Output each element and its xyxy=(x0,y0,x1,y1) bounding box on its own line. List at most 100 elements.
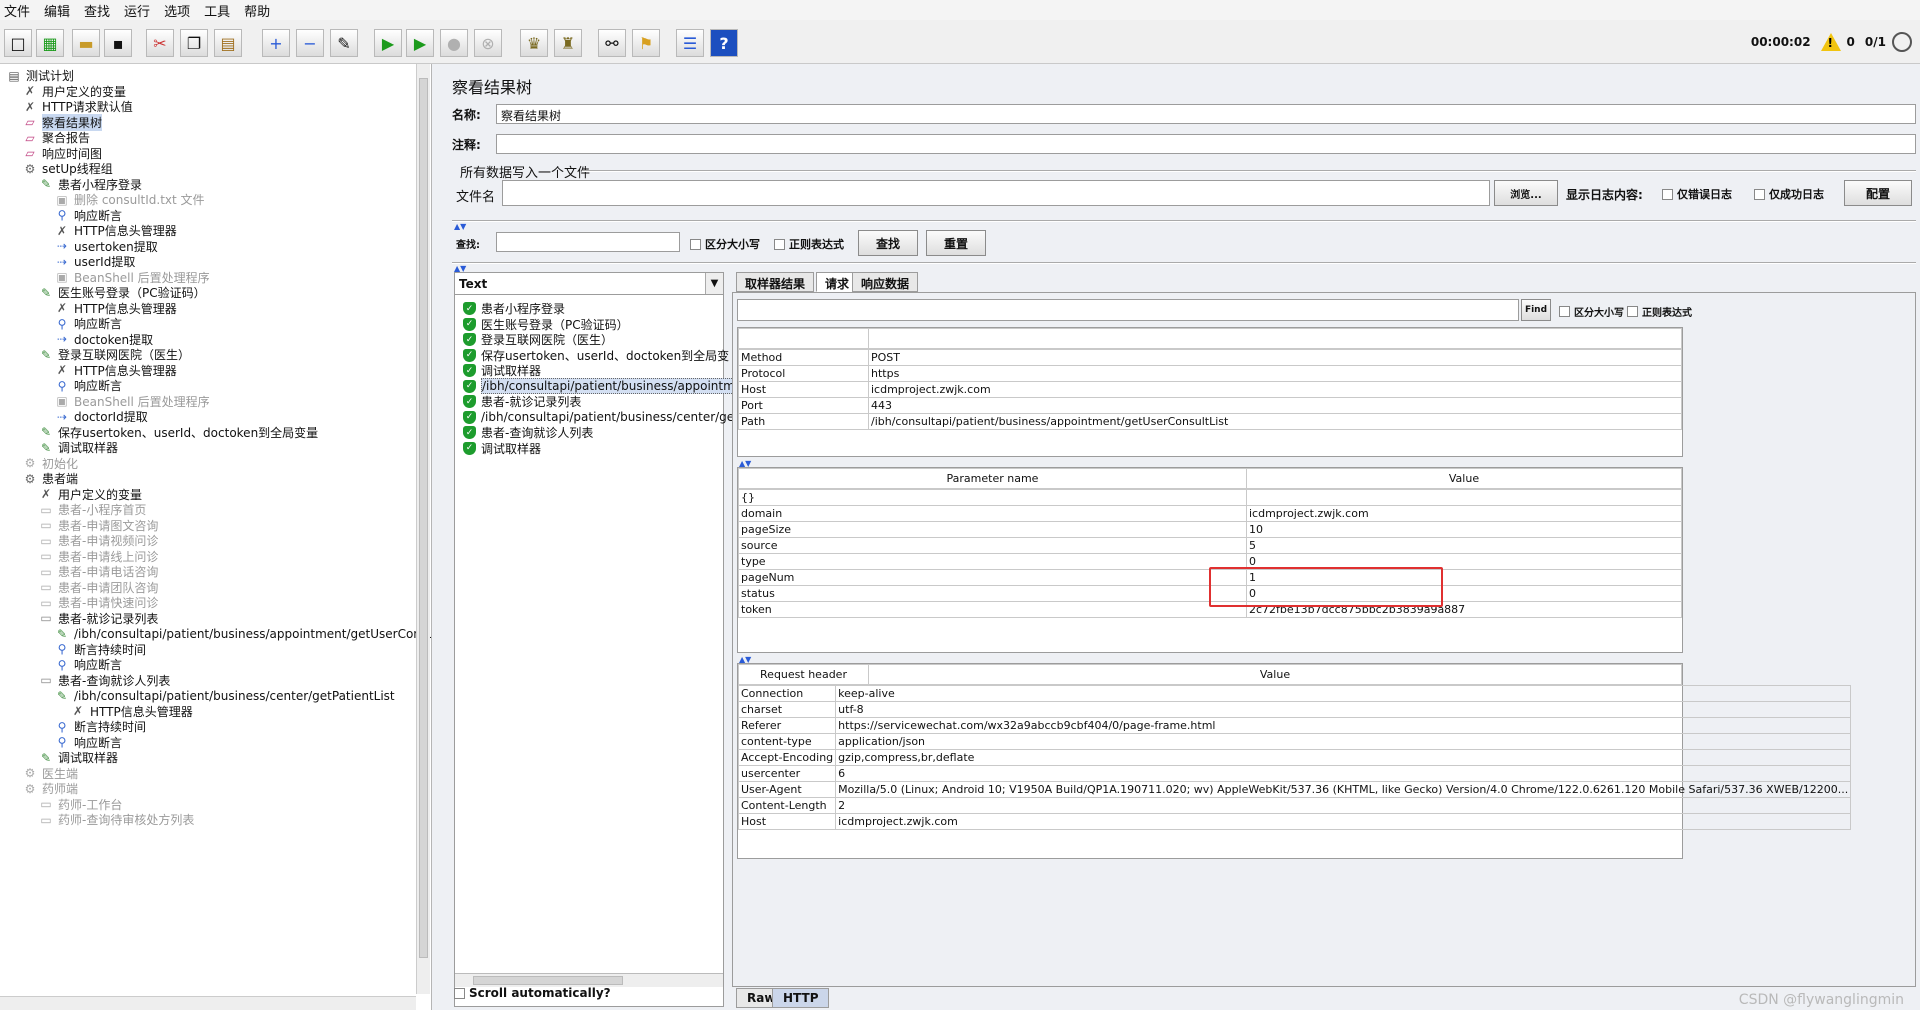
find-button[interactable]: Find xyxy=(1521,299,1551,321)
find-input[interactable] xyxy=(737,299,1519,321)
tree-vertical-scrollbar[interactable] xyxy=(416,64,430,994)
table-row[interactable]: pageSize 10 xyxy=(738,521,1682,538)
collapse-arrows-icon[interactable]: ▲▼ xyxy=(454,222,466,231)
collapse-icon[interactable]: − xyxy=(296,29,324,57)
tab-response-data[interactable]: 响应数据 xyxy=(852,272,919,292)
templates-icon[interactable]: ▦ xyxy=(36,29,64,57)
table-row[interactable]: Host icdmproject.zwjk.com xyxy=(737,813,1852,830)
cell-name: type xyxy=(738,553,1247,570)
cell-name: {} xyxy=(738,489,1247,506)
reset-search-icon[interactable]: ⚑ xyxy=(632,29,660,57)
table-row[interactable]: domain icdmproject.zwjk.com xyxy=(738,505,1682,522)
cell-name: Content-Length xyxy=(737,797,837,814)
toggle-icon[interactable]: ✎ xyxy=(330,29,358,57)
comment-label: 注释: xyxy=(452,138,481,152)
renderer-select[interactable]: Text ▼ xyxy=(455,273,723,295)
cell-value: https xyxy=(868,365,1682,382)
parameters-table: Parameter name Value {} domain icdmproject… xyxy=(737,467,1683,653)
menu-item[interactable]: 选项 xyxy=(164,1,190,20)
search-input[interactable] xyxy=(496,232,680,252)
table-row[interactable]: Host icdmproject.zwjk.com xyxy=(738,381,1682,398)
table-row[interactable]: Connection keep-alive xyxy=(737,685,1852,702)
menu-item[interactable]: 查找 xyxy=(84,1,110,20)
tree-node[interactable]: ▭ 药师-查询待审核处方列表 xyxy=(38,810,194,829)
reset-button[interactable]: 重置 xyxy=(926,230,986,256)
success-shield-icon: ✓ xyxy=(463,364,476,377)
expand-icon[interactable]: + xyxy=(262,29,290,57)
table-row[interactable]: source 5 xyxy=(738,537,1682,554)
cell-value: icdmproject.zwjk.com xyxy=(868,381,1682,398)
menu-bar: 文件 编辑 查找 运行 选项 工具 帮助 xyxy=(0,0,1920,20)
search-icon[interactable]: ⚯ xyxy=(598,29,626,57)
table-row[interactable]: content-type application/json xyxy=(737,733,1852,750)
new-icon[interactable]: □ xyxy=(4,29,32,57)
menu-item[interactable]: 帮助 xyxy=(244,1,270,20)
table-row[interactable]: charset utf-8 xyxy=(737,701,1852,718)
tab-sampler-result[interactable]: 取样器结果 xyxy=(736,272,815,292)
configure-button[interactable]: 配置 xyxy=(1844,180,1912,206)
filename-input[interactable] xyxy=(502,180,1490,206)
log-content-label: 显示日志内容: xyxy=(1566,188,1643,202)
menu-item[interactable]: 编辑 xyxy=(44,1,70,20)
find-regex-checkbox[interactable]: 正则表达式 xyxy=(1627,304,1692,319)
comment-input[interactable] xyxy=(496,134,1916,154)
cell-name: Port xyxy=(738,397,869,414)
cut-icon[interactable]: ✂ xyxy=(146,29,174,57)
result-horizontal-scrollbar[interactable] xyxy=(455,973,723,987)
name-input[interactable]: 察看结果树 xyxy=(496,104,1916,124)
save-icon[interactable]: ▪ xyxy=(104,29,132,57)
table-row[interactable]: {} xyxy=(738,489,1682,506)
cell-value xyxy=(1246,489,1682,506)
tree-horizontal-scrollbar[interactable] xyxy=(0,996,416,1010)
menu-item[interactable]: 运行 xyxy=(124,1,150,20)
cell-name: pageNum xyxy=(738,569,1247,586)
table-row[interactable]: Protocol https xyxy=(738,365,1682,382)
function-helper-icon[interactable]: ☰ xyxy=(676,29,704,57)
result-item[interactable]: ✓ 调试取样器 xyxy=(463,439,541,458)
tab-http[interactable]: HTTP xyxy=(772,988,830,1008)
cell-value: icdmproject.zwjk.com xyxy=(835,813,1852,830)
shutdown-icon[interactable]: ⊗ xyxy=(474,29,502,57)
table-row[interactable]: Port 443 xyxy=(738,397,1682,414)
table-row[interactable]: usercenter 6 xyxy=(737,765,1852,782)
request-detail: Find 区分大小写 正则表达式 Method POST Protocol https… xyxy=(732,292,1916,987)
remote-status-icon[interactable] xyxy=(1892,32,1912,52)
paste-icon[interactable]: ▤ xyxy=(214,29,242,57)
cell-value: /ibh/consultapi/patient/business/appoint… xyxy=(868,413,1682,430)
clear-all-icon[interactable]: ♜ xyxy=(554,29,582,57)
start-no-pause-icon[interactable]: ▶ xyxy=(406,29,434,57)
cell-name: content-type xyxy=(737,733,837,750)
search-button[interactable]: 查找 xyxy=(858,230,918,256)
start-icon[interactable]: ▶ xyxy=(374,29,402,57)
table-row[interactable]: Method POST xyxy=(738,349,1682,366)
case-sensitive-checkbox[interactable]: 区分大小写 xyxy=(690,236,760,252)
sample-detail-panel: 取样器结果 请求 响应数据 Find 区分大小写 正则表达式 Method POS… xyxy=(732,272,1916,1008)
cell-name: Method xyxy=(738,349,869,366)
cell-name: Host xyxy=(738,381,869,398)
success-shield-icon: ✓ xyxy=(463,395,476,408)
warning-icon[interactable] xyxy=(1820,33,1841,51)
table-row[interactable]: Accept-Encoding gzip,compress,br,deflate xyxy=(737,749,1852,766)
table-row[interactable]: Path/ibh/consultapi/patient/business/app… xyxy=(738,413,1682,430)
copy-icon[interactable]: ❐ xyxy=(180,29,208,57)
cell-name: Host xyxy=(737,813,837,830)
param-value-header: Value xyxy=(1246,468,1682,489)
table-row[interactable]: Content-Length 2 xyxy=(737,797,1852,814)
table-row[interactable]: Referer https://servicewechat.com/wx32a9a… xyxy=(737,717,1852,734)
cell-value: https://servicewechat.com/wx32a9abccb9cb… xyxy=(835,717,1852,734)
scroll-automatically-checkbox[interactable]: Scroll automatically? xyxy=(454,986,611,1000)
regex-checkbox[interactable]: 正则表达式 xyxy=(774,236,844,252)
errors-only-checkbox[interactable]: 仅错误日志 xyxy=(1662,186,1732,202)
find-case-checkbox[interactable]: 区分大小写 xyxy=(1559,304,1624,319)
stop-icon[interactable]: ● xyxy=(440,29,468,57)
filename-label: 文件名 xyxy=(456,190,496,205)
help-icon[interactable]: ? xyxy=(710,29,738,57)
success-only-checkbox[interactable]: 仅成功日志 xyxy=(1754,186,1824,202)
open-icon[interactable]: ▬ xyxy=(72,29,100,57)
browse-button[interactable]: 浏览... xyxy=(1494,180,1558,206)
menu-item[interactable]: 工具 xyxy=(204,1,230,20)
clear-icon[interactable]: ♛ xyxy=(520,29,548,57)
table-row[interactable]: User-Agent Mozilla/5.0 (Linux; Android 10… xyxy=(737,781,1852,798)
menu-item[interactable]: 文件 xyxy=(4,1,30,20)
chevron-down-icon[interactable]: ▼ xyxy=(705,273,723,294)
